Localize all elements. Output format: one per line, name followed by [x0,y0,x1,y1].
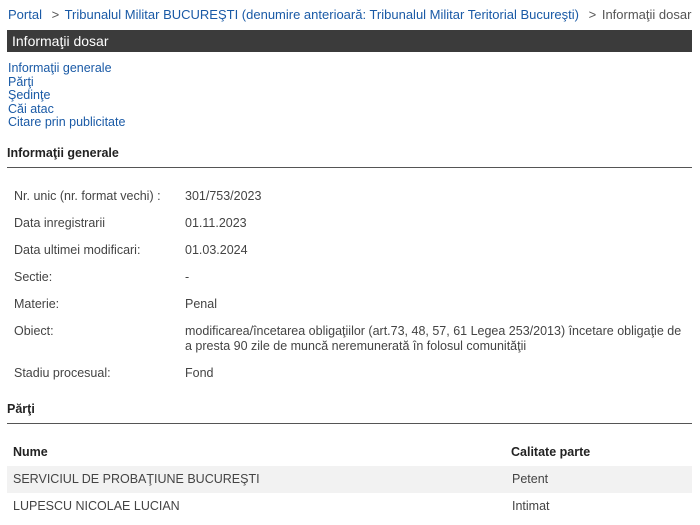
party-name: SERVICIUL DE PROBAŢIUNE BUCUREŞTI [13,472,260,486]
section-nav: Informaţii generale Părţi Şedinţe Căi at… [8,61,125,130]
party-role: Intimat [512,499,550,513]
info-value: 01.11.2023 [185,216,247,230]
breadcrumb-current: Informaţii dosar [601,7,692,22]
nav-link-parti[interactable]: Părţi [8,75,125,90]
section-heading-general: Informaţii generale [7,146,692,168]
breadcrumb-court-link[interactable]: Tribunalul Militar BUCUREŞTI (denumire a… [65,7,579,22]
page-title: Informaţii dosar [12,33,109,49]
nav-link-cai-atac[interactable]: Căi atac [8,102,125,117]
info-label: Sectie: [14,270,53,284]
info-value: Penal [185,297,217,311]
nav-link-informatii-generale[interactable]: Informaţii generale [8,61,125,76]
info-label: Stadiu procesual: [14,366,111,380]
info-value: modificarea/încetarea obligaţiilor (art.… [185,324,682,353]
nav-link-sedinte[interactable]: Şedinţe [8,88,125,103]
info-value: - [185,270,190,284]
parties-header-row: Nume Calitate parte [7,436,692,466]
breadcrumb-separator: > [588,7,597,22]
table-row: LUPESCU NICOLAE LUCIAN Intimat [7,493,692,520]
breadcrumb: Portal > Tribunalul Militar BUCUREŞTI (d… [8,7,691,22]
info-label: Data ultimei modificari: [14,243,141,257]
breadcrumb-portal-link[interactable]: Portal [8,7,42,22]
info-label: Nr. unic (nr. format vechi) : [14,189,161,203]
party-role: Petent [512,472,549,486]
info-label: Materie: [14,297,60,311]
table-row: SERVICIUL DE PROBAŢIUNE BUCUREŞTI Petent [7,466,692,493]
section-heading-parti: Părţi [7,402,692,424]
info-value: Fond [185,366,214,380]
info-value: 01.03.2024 [185,243,248,257]
column-header-calitate: Calitate parte [511,445,591,459]
column-header-nume: Nume [13,445,48,459]
info-label: Obiect: [14,324,54,338]
nav-link-citare[interactable]: Citare prin publicitate [8,115,125,130]
breadcrumb-separator: > [51,7,60,22]
info-value: 301/753/2023 [185,189,262,203]
party-name: LUPESCU NICOLAE LUCIAN [13,499,180,513]
page-title-bar: Informaţii dosar [7,30,692,52]
info-label: Data inregistrarii [14,216,106,230]
